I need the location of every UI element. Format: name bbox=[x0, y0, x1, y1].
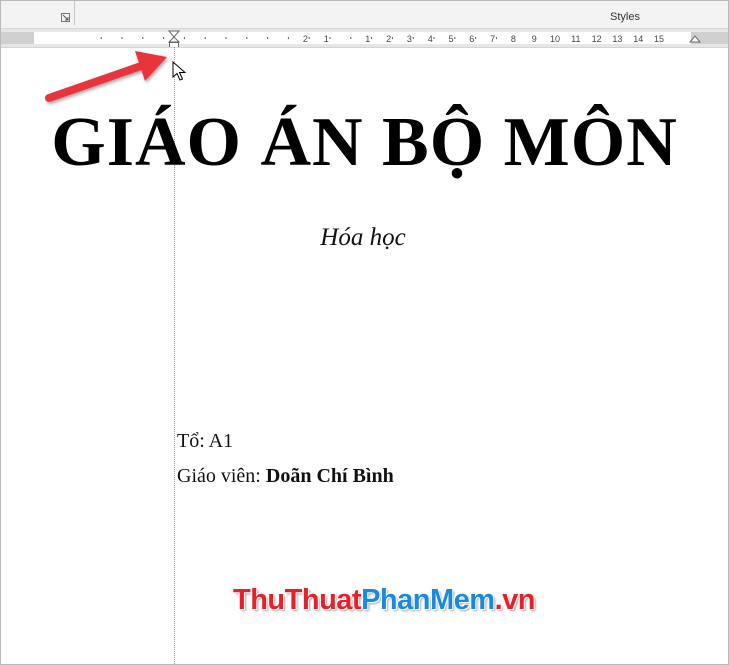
group-line[interactable]: Tổ: A1 bbox=[177, 429, 233, 453]
ruler-number: 8 bbox=[511, 34, 516, 44]
styles-group-label: Styles bbox=[610, 11, 640, 23]
ruler-number: 1 bbox=[365, 34, 370, 44]
mouse-pointer-icon bbox=[172, 61, 187, 81]
ruler-number: 11 bbox=[571, 34, 580, 44]
ruler-left-margin bbox=[1, 32, 34, 44]
teacher-name: Doãn Chí Bình bbox=[265, 465, 394, 487]
document-title[interactable]: GIÁO ÁN BỘ MÔN bbox=[1, 101, 728, 185]
ribbon-group-separator bbox=[74, 1, 75, 25]
ruler-number: 10 bbox=[550, 34, 560, 44]
ruler-number: 3 bbox=[407, 34, 412, 44]
ruler-number: 6 bbox=[469, 34, 474, 44]
ruler-number: 13 bbox=[612, 34, 622, 44]
ruler-number: 2 bbox=[303, 34, 308, 44]
watermark-part1: ThuThuat bbox=[233, 584, 362, 616]
ruler-number: 14 bbox=[633, 34, 643, 44]
ruler-number: 7 bbox=[490, 34, 495, 44]
ruler-number: 9 bbox=[532, 34, 537, 44]
ruler-number: 15 bbox=[654, 34, 664, 44]
dialog-launcher-icon[interactable] bbox=[61, 13, 70, 22]
watermark-part3: .vn bbox=[494, 584, 536, 616]
watermark-logo: ThuThuatPhanMem.vn bbox=[233, 584, 535, 616]
ruler-number: 4 bbox=[428, 34, 433, 44]
word-window: Styles 2 1 1 2 3 4 5 6 7 8 9 10 11 12 13 14 15 GIÁO ÁN B… bbox=[0, 0, 729, 665]
teacher-prefix: Giáo viên: bbox=[177, 465, 266, 487]
ruler-number: 12 bbox=[592, 34, 602, 44]
teacher-line[interactable]: Giáo viên: Doãn Chí Bình bbox=[177, 464, 394, 488]
ruler-number: 2 bbox=[386, 34, 391, 44]
group-label: Tổ: A1 bbox=[177, 430, 234, 452]
ruler-number: 5 bbox=[448, 34, 453, 44]
document-subtitle[interactable]: Hóa học bbox=[1, 223, 725, 253]
red-arrow-icon bbox=[45, 51, 167, 102]
watermark-part2: PhanMem bbox=[361, 584, 495, 616]
ruler-number: 1 bbox=[324, 34, 329, 44]
ribbon-strip: Styles bbox=[1, 1, 728, 29]
